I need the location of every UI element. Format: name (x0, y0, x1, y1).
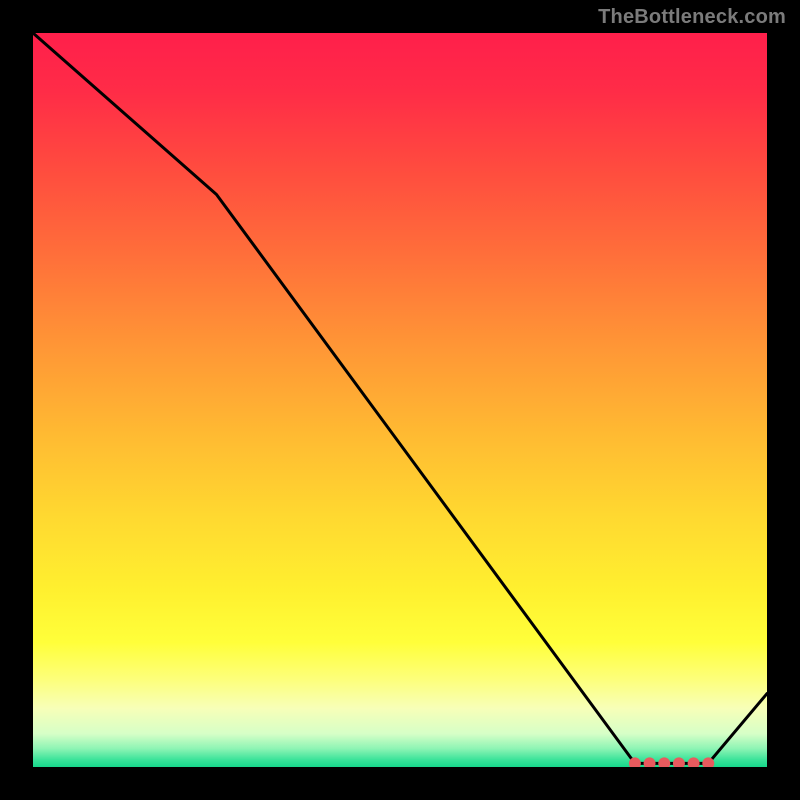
chart-svg (33, 33, 767, 767)
chart-stage: TheBottleneck.com (0, 0, 800, 800)
plot-area (33, 33, 767, 767)
watermark-label: TheBottleneck.com (598, 6, 786, 29)
gradient-bg (33, 33, 767, 767)
